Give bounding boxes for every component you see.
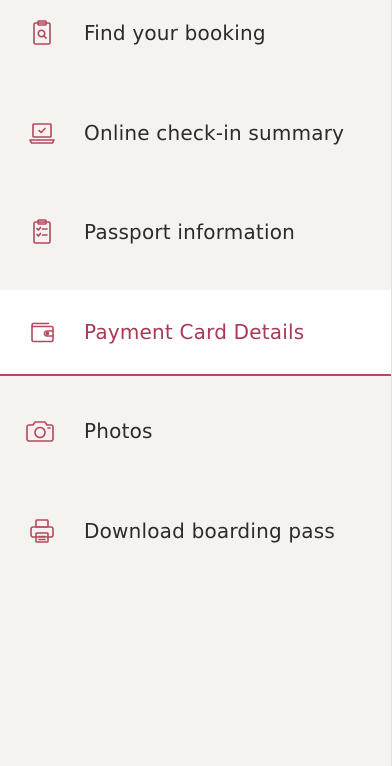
nav-item-label: Online check-in summary [84,121,345,145]
laptop-check-icon [26,117,58,149]
camera-icon [24,415,56,447]
nav-item-payment-card-details[interactable]: Payment Card Details [0,290,391,376]
nav-item-download-boarding-pass[interactable]: Download boarding pass [0,488,391,574]
nav-item-label: Find your booking [84,21,266,45]
nav-item-label: Passport information [84,220,296,244]
nav-item-find-booking[interactable]: Find your booking [0,0,391,76]
clipboard-checklist-icon [26,216,58,248]
nav-item-label: Download boarding pass [84,519,336,543]
checkin-sidebar-nav: Find your booking Online check-in summar… [0,0,392,766]
clipboard-search-icon [26,17,58,49]
nav-item-checkin-summary[interactable]: Online check-in summary [0,90,391,176]
nav-item-passport-information[interactable]: Passport information [0,189,391,275]
nav-item-label: Payment Card Details [84,320,305,344]
nav-item-photos[interactable]: Photos [0,388,391,474]
wallet-icon [26,316,58,348]
printer-icon [26,515,58,547]
nav-item-label: Photos [84,419,153,443]
